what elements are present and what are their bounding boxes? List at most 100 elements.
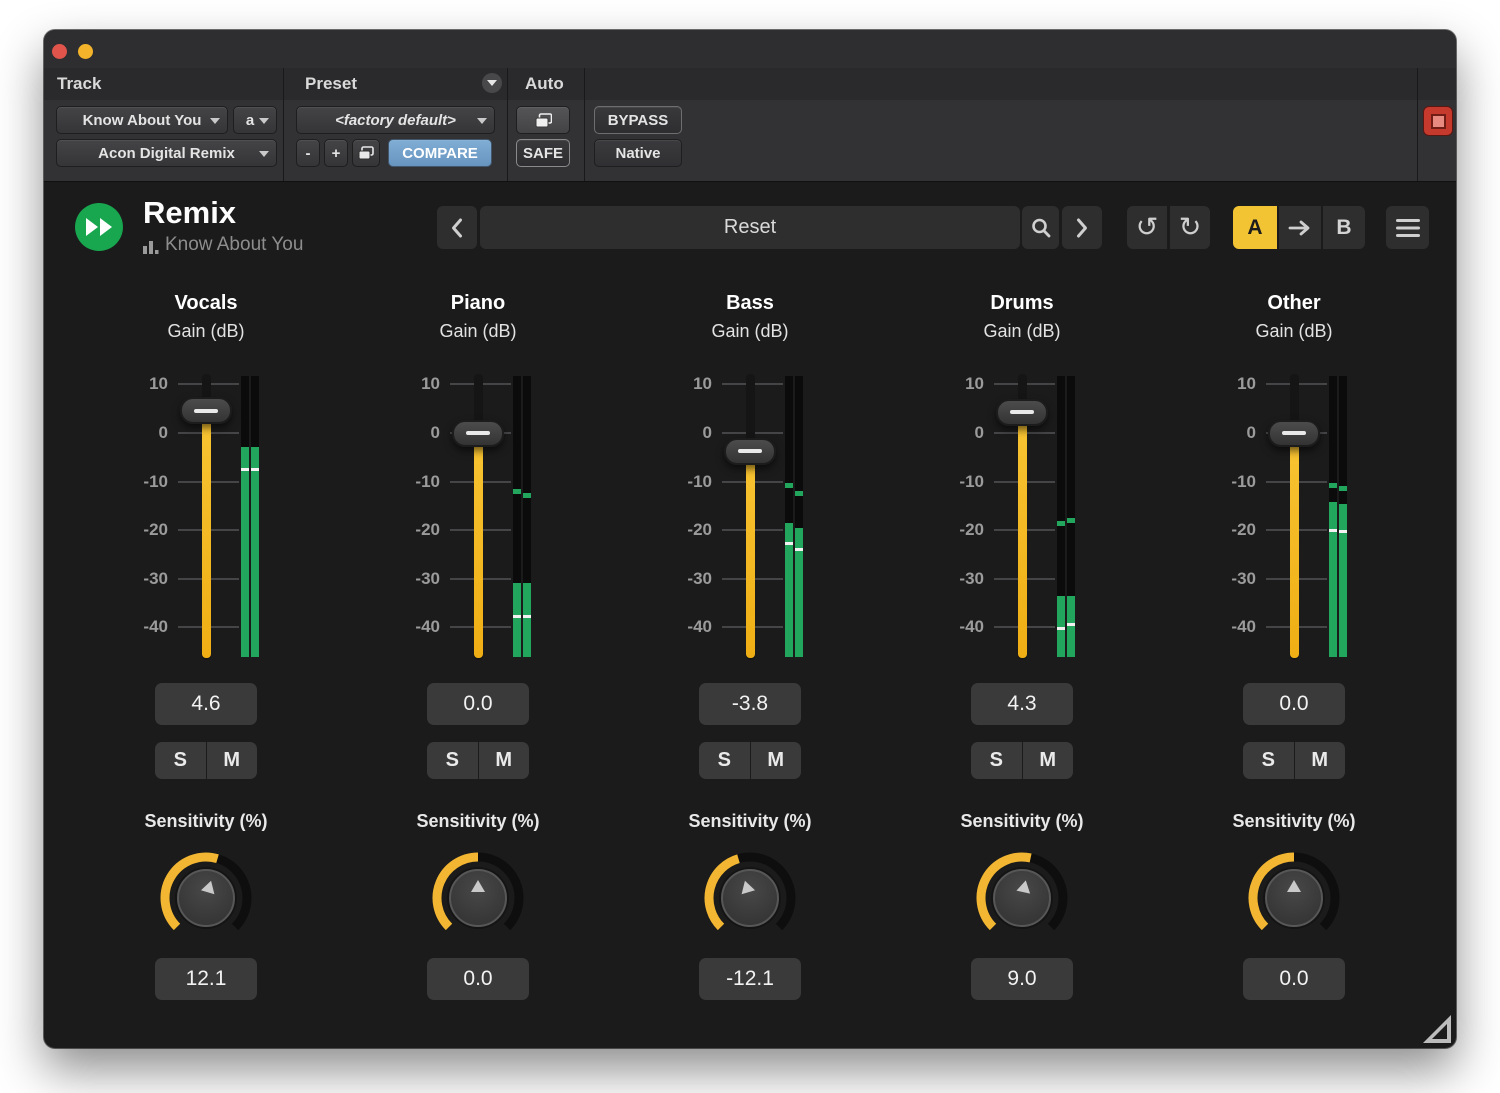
scale-tick-label: 0 xyxy=(1204,423,1256,443)
solo-button[interactable]: S xyxy=(971,742,1022,779)
solo-button[interactable]: S xyxy=(699,742,750,779)
sensitivity-knob[interactable] xyxy=(967,843,1077,953)
ab-b-button[interactable]: B xyxy=(1323,206,1365,249)
scale-tick-label: -10 xyxy=(932,472,984,492)
sensitivity-value-box[interactable]: 12.1 xyxy=(155,958,257,1000)
scale-tick-label: -30 xyxy=(1204,569,1256,589)
track-select-dropdown[interactable]: Know About You xyxy=(56,106,228,134)
meter-peak-line xyxy=(1339,530,1347,533)
gain-value-box[interactable]: 0.0 xyxy=(427,683,529,725)
safe-button[interactable]: SAFE xyxy=(516,139,570,167)
scale-tick-label: 0 xyxy=(388,423,440,443)
gain-slider-track[interactable] xyxy=(1290,374,1299,660)
meter-fill xyxy=(251,449,259,657)
gain-slider-track[interactable] xyxy=(746,374,755,660)
scale-tick-label: 10 xyxy=(660,374,712,394)
gain-slider-fill xyxy=(474,433,483,658)
titlebar xyxy=(44,30,1456,69)
gain-slider-handle[interactable] xyxy=(1268,420,1320,447)
sensitivity-knob[interactable] xyxy=(695,843,805,953)
plugin-name-label: Acon Digital Remix xyxy=(98,145,235,162)
sensitivity-knob[interactable] xyxy=(151,843,261,953)
channel-select-dropdown[interactable]: a xyxy=(233,106,277,134)
gain-slider-fill xyxy=(202,411,211,658)
close-button[interactable] xyxy=(52,44,67,59)
ab-copy-button[interactable] xyxy=(1279,206,1321,249)
mute-button[interactable]: M xyxy=(1295,742,1346,779)
sensitivity-label: Sensitivity (%) xyxy=(1158,811,1430,832)
preset-menu-icon[interactable] xyxy=(482,73,502,93)
chevron-down-icon xyxy=(477,118,487,124)
preset-display-field[interactable]: Reset xyxy=(480,206,1020,249)
record-enable-button[interactable] xyxy=(1423,106,1453,136)
solo-button[interactable]: S xyxy=(427,742,478,779)
preset-select-dropdown[interactable]: <factory default> xyxy=(296,106,495,134)
sensitivity-value-box[interactable]: 0.0 xyxy=(1243,958,1345,1000)
gain-value-box[interactable]: 4.6 xyxy=(155,683,257,725)
preset-prev-arrow-button[interactable] xyxy=(437,206,477,249)
menu-button[interactable] xyxy=(1386,206,1429,249)
solo-button[interactable]: S xyxy=(1243,742,1294,779)
mute-button[interactable]: M xyxy=(1023,742,1074,779)
minimize-button[interactable] xyxy=(78,44,93,59)
preset-search-button[interactable] xyxy=(1022,206,1059,249)
meter-fill xyxy=(523,583,531,657)
strip-title: Bass xyxy=(614,292,886,315)
sensitivity-value-box[interactable]: 9.0 xyxy=(971,958,1073,1000)
ab-a-button[interactable]: A xyxy=(1233,206,1277,249)
solo-button[interactable]: S xyxy=(155,742,206,779)
channel-label: a xyxy=(246,112,254,129)
gain-value-box[interactable]: -3.8 xyxy=(699,683,801,725)
auto-mode-button[interactable] xyxy=(516,106,570,134)
gain-value-box[interactable]: 0.0 xyxy=(1243,683,1345,725)
chevron-left-icon xyxy=(450,217,464,239)
hamburger-icon xyxy=(1396,219,1420,237)
scale-tick-label: 10 xyxy=(388,374,440,394)
preset-prev-button[interactable]: - xyxy=(296,139,320,167)
auto-section-label: Auto xyxy=(525,74,564,94)
preset-copy-button[interactable] xyxy=(352,139,380,167)
scale-tick-label: -20 xyxy=(1204,520,1256,540)
bypass-button[interactable]: BYPASS xyxy=(594,106,682,134)
host-header: Track Preset Auto Know About You a Acon … xyxy=(44,68,1456,182)
mute-button[interactable]: M xyxy=(479,742,530,779)
undo-button[interactable]: ↺ xyxy=(1127,206,1167,249)
meter-peak-hold xyxy=(241,447,249,452)
meter-peak-line xyxy=(241,468,249,471)
sensitivity-knob[interactable] xyxy=(423,843,533,953)
plugin-select-dropdown[interactable]: Acon Digital Remix xyxy=(56,139,277,167)
sensitivity-knob[interactable] xyxy=(1239,843,1349,953)
resize-grip-inner xyxy=(1432,1024,1447,1039)
meter-peak-line xyxy=(513,615,521,618)
gain-slider-handle[interactable] xyxy=(724,438,776,465)
meter-fill xyxy=(1339,504,1347,657)
gain-slider-handle[interactable] xyxy=(452,420,504,447)
meter-peak-hold xyxy=(513,489,521,494)
fast-forward-icon xyxy=(75,203,123,251)
compare-button[interactable]: COMPARE xyxy=(388,139,492,167)
preset-section-label: Preset xyxy=(305,74,357,94)
meter-peak-line xyxy=(1057,627,1065,630)
gain-value-box[interactable]: 4.3 xyxy=(971,683,1073,725)
sensitivity-value-box[interactable]: 0.0 xyxy=(427,958,529,1000)
preset-next-button[interactable]: + xyxy=(324,139,348,167)
chevron-down-icon xyxy=(259,151,269,157)
gain-slider-track[interactable] xyxy=(474,374,483,660)
gain-slider-handle[interactable] xyxy=(180,397,232,424)
search-icon xyxy=(1030,217,1052,239)
meter-peak-hold xyxy=(785,483,793,488)
handle-grip-line xyxy=(466,431,490,435)
gain-unit-label: Gain (dB) xyxy=(70,321,342,342)
scale-tick-label: -30 xyxy=(660,569,712,589)
mute-button[interactable]: M xyxy=(207,742,258,779)
scale-tick-label: -30 xyxy=(932,569,984,589)
preset-next-arrow-button[interactable] xyxy=(1062,206,1102,249)
sensitivity-value-box[interactable]: -12.1 xyxy=(699,958,801,1000)
mute-button[interactable]: M xyxy=(751,742,802,779)
native-button[interactable]: Native xyxy=(594,139,682,167)
redo-button[interactable]: ↻ xyxy=(1170,206,1210,249)
chevron-right-icon xyxy=(1075,217,1089,239)
app-title: Remix xyxy=(143,195,236,231)
gain-slider-handle[interactable] xyxy=(996,399,1048,426)
scale-tick-label: -10 xyxy=(388,472,440,492)
